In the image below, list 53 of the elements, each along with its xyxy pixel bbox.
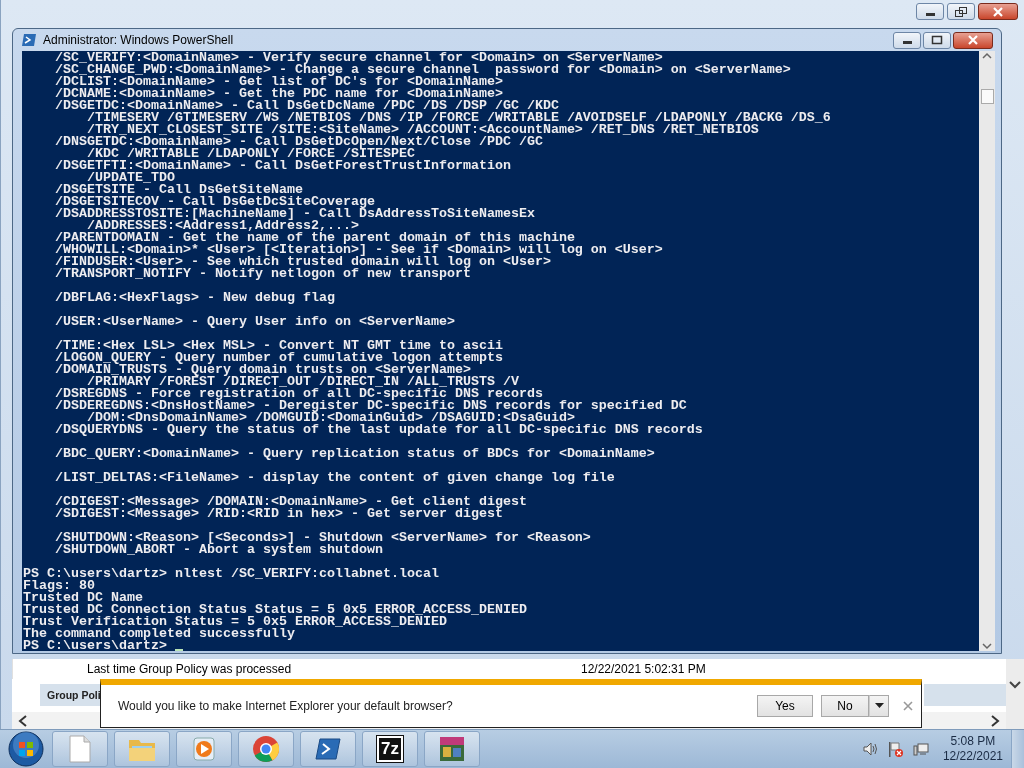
console-line: /DCLIST:<DomainName> - Get list of DC's for <DomainName> <box>54 76 503 88</box>
console-line: /DSGETDC:<DomainName> - Call DsGetDcName /PDC /DS /DSP /GC /KDC <box>54 100 560 112</box>
console-line: /SC_CHANGE_PWD:<DomainName> - Change a secure channel password for <Domain> on <ServerName> <box>54 64 792 76</box>
console-line: /TIME:<Hex LSL> <Hex MSL> - Convert NT GMT time to ascii <box>54 340 504 352</box>
console-line: /DOM:<DnsDomainName> /DOMGUID:<DomainGuid> /DSAGUID:<DsaGuid> <box>87 412 575 424</box>
notification-message: Would you like to make Internet Explorer your default browser? <box>118 699 454 713</box>
archive-logo: 7z <box>377 736 403 762</box>
console-line: /DSGETSITE - Call DsGetSiteName <box>54 184 303 196</box>
property-value: 12/22/2021 5:02:31 PM <box>581 662 706 676</box>
console-line: /UPDATE_TDO <box>87 172 175 184</box>
console-line: /WHOWILL:<Domain>* <User> [<Iteration>] - See if <Domain> will log on <User> <box>54 244 664 256</box>
clock-date[interactable]: 12/22/2021 <box>942 749 1003 764</box>
console-line: /PRIMARY /FOREST /DIRECT_OUT /DIRECT_IN /ALL_TRUSTS /V <box>87 376 519 388</box>
console-line: /FINDUSER:<User> - See which trusted domain will log on <User> <box>54 256 552 268</box>
console-line: /KDC /WRITABLE /LDAPONLY /FORCE /SITESPEC <box>87 148 415 160</box>
window-title: Administrator: Windows PowerShell <box>43 33 235 47</box>
console-line: Trust Verification Status = 5 0x5 ERROR_ACCESS_DENIED <box>23 616 447 628</box>
console-line: /SC_VERIFY:<DomainName> - Verify secure channel for <Domain> on <ServerName> <box>54 52 664 64</box>
console-line: /ADDRESSES:<Address1,Address2,...> <box>87 220 359 232</box>
console-line: /LOGON_QUERY - Query number of cumulative logon attempts <box>54 352 504 364</box>
taskbar-button[interactable]: 7z <box>362 731 418 767</box>
console-line: /DNSGETDC:<DomainName> - Call DsGetDcOpen/Next/Close /PDC /GC <box>54 136 544 148</box>
property-label: Last time Group Policy was processed <box>87 662 293 676</box>
clock-time[interactable]: 5:08 PM <box>950 734 996 749</box>
console-line: /TRANSPORT_NOTIFY - Notify netlogon of new transport <box>54 268 472 280</box>
console-line: /DSREGDNS - Force registration of all DC-specific DNS records <box>54 388 543 400</box>
console-line: /DOMAIN_TRUSTS - Query domain trusts on <ServerName> <box>54 364 471 376</box>
console-line: PS C:\users\dartz> nltest /SC_VERIFY:collabnet.local <box>23 568 440 580</box>
section-header[interactable]: Group Poli <box>40 684 100 706</box>
console-line: Trusted DC Connection Status Status = 5 0x5 ERROR_ACCESS_DENIED <box>23 604 528 616</box>
console-line: The command completed successfully <box>23 628 296 640</box>
console-line: /SHUTDOWN:<Reason> [<Seconds>] - Shutdown <ServerName> for <Reason> <box>54 532 592 544</box>
console-line: /TRY_NEXT_CLOSEST_SITE /SITE:<SiteName> /ACCOUNT:<AccountName> /RET_DNS /RET_NETBIOS <box>87 124 760 136</box>
console-line: /DSGETFTI:<DomainName> - Call DsGetForestTrustInformation <box>54 160 512 172</box>
console-line: /LIST_DELTAS:<FileName> - display the content of given change log file <box>54 472 616 484</box>
console-line: /USER:<UserName> - Query User info on <ServerName> <box>54 316 456 328</box>
console-line: /DSGETSITECOV - Call DsGetDcSiteCoverage <box>54 196 375 208</box>
console-line: /DCNAME:<DomainName> - Get the PDC name for <DomainName> <box>54 88 503 100</box>
console-line: /DSADDRESSTOSITE:[MachineName] - Call DsAddressToSiteNamesEx <box>54 208 536 220</box>
console-line: Flags: 80 <box>23 580 95 592</box>
console-line: /TIMESERV /GTIMESERV /WS /NETBIOS /DNS /IP /FORCE /WRITABLE /AVOIDSELF /LDAPONLY /BACKG /DS_6 <box>86 112 832 124</box>
console-line: PS C:\users\dartz> <box>23 640 167 651</box>
console-line: /BDC_QUERY:<DomainName> - Query replication status of BDCs for <DomainName> <box>54 448 656 460</box>
console-line: /DBFLAG:<HexFlags> - New debug flag <box>54 292 336 304</box>
console-line: /CDIGEST:<Message> /DOMAIN:<DomainName> - Get client digest <box>54 496 528 508</box>
console-line: /PARENTDOMAIN - Get the name of the parent domain of this machine <box>54 232 575 244</box>
notification-button[interactable]: No <box>821 695 869 717</box>
console-line: /DSQUERYDNS - Query the status of the last update for all DC-specific DNS records <box>54 424 704 436</box>
console-line: /SDIGEST:<Message> /RID:<RID in hex> - Get server digest <box>54 508 503 520</box>
notification-button[interactable]: Yes <box>757 695 813 717</box>
console-line: /SHUTDOWN_ABORT - Abort a system shutdown <box>54 544 384 556</box>
console-line: Trusted DC Name <box>23 592 143 604</box>
console-line: /DSDEREGDNS:<DnsHostName> - Deregister DC-specific DNS records for specified DC <box>54 400 688 412</box>
